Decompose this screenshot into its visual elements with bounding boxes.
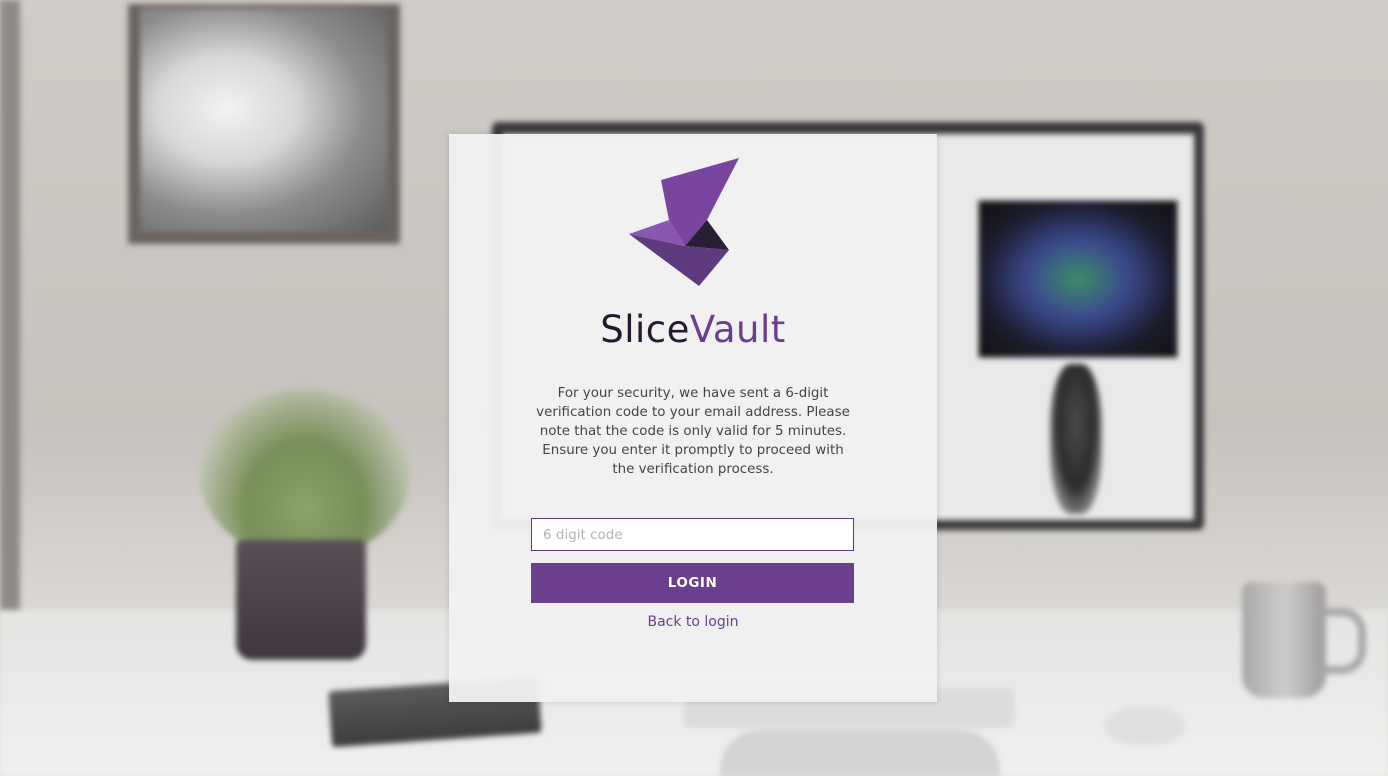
brand-title: SliceVault [449, 306, 937, 354]
background-mouse [1104, 706, 1186, 746]
verification-card: SliceVault For your security, we have se… [449, 134, 937, 702]
background-mug-handle [1318, 608, 1366, 674]
background-scan-image [978, 200, 1178, 358]
brand-name-part2: Vault [689, 308, 786, 351]
verification-code-input[interactable] [531, 518, 854, 551]
background-xray-image [140, 8, 388, 232]
background-plant-pot [236, 540, 366, 660]
background-mug [1242, 582, 1326, 698]
background-monitor-stand [720, 730, 1000, 776]
verification-message: For your security, we have sent a 6-digi… [536, 386, 850, 477]
login-button[interactable]: LOGIN [531, 563, 854, 603]
brand-name-part1: Slice [600, 308, 690, 351]
background-body-scan [1050, 364, 1102, 514]
back-to-login-link[interactable]: Back to login [449, 614, 937, 630]
background-plant [200, 390, 410, 560]
background-xray-frame [128, 4, 400, 244]
slicevault-logo-icon [629, 158, 739, 286]
